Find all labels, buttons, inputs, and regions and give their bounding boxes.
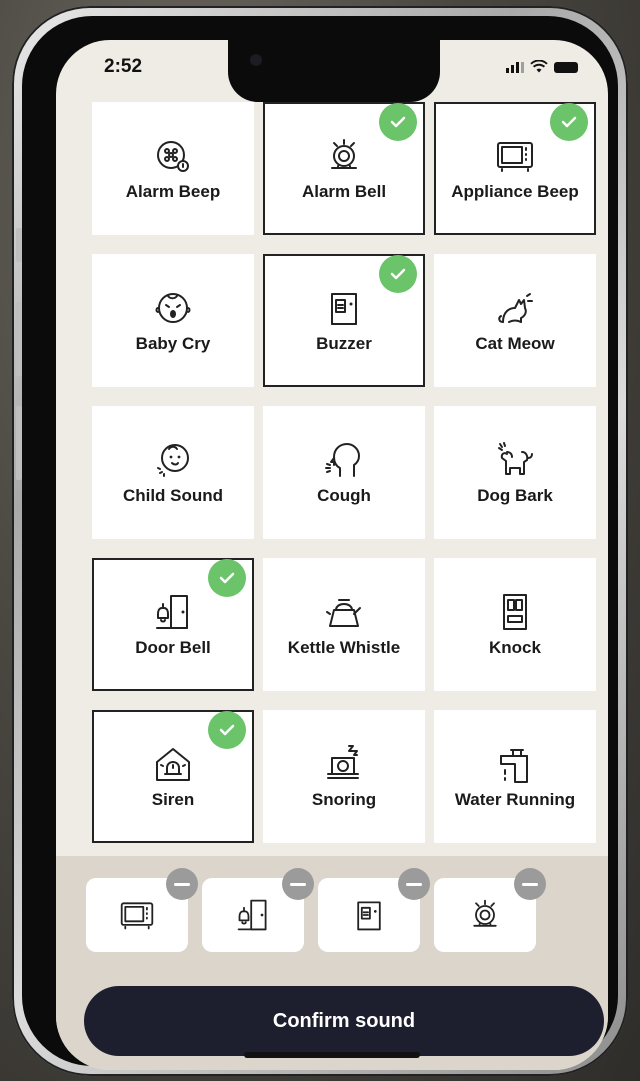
cough-icon bbox=[325, 442, 360, 477]
check-icon bbox=[208, 559, 246, 597]
remove-icon[interactable] bbox=[282, 868, 314, 900]
selected-sound-chip[interactable] bbox=[86, 868, 198, 952]
alarm-bell-icon bbox=[331, 138, 357, 169]
sound-label: Alarm Beep bbox=[125, 181, 221, 201]
sound-label: Door Bell bbox=[135, 637, 211, 657]
battery-icon bbox=[554, 62, 578, 73]
selected-sounds-tray: Confirm sound bbox=[56, 856, 608, 1070]
check-icon bbox=[379, 103, 417, 141]
wifi-icon bbox=[530, 60, 548, 73]
sound-label: Knock bbox=[489, 637, 541, 657]
sound-tile[interactable]: Cough bbox=[263, 406, 425, 539]
buzzer-icon bbox=[357, 901, 381, 931]
home-indicator[interactable] bbox=[244, 1052, 420, 1058]
remove-icon[interactable] bbox=[514, 868, 546, 900]
sound-tile[interactable]: Water Running bbox=[434, 710, 596, 843]
sound-tile[interactable]: Kettle Whistle bbox=[263, 558, 425, 691]
knock-door-icon bbox=[503, 593, 527, 630]
remove-icon[interactable] bbox=[166, 868, 198, 900]
selected-sound-chip[interactable] bbox=[318, 868, 430, 952]
notch bbox=[228, 40, 440, 102]
alarm-bell-icon bbox=[473, 899, 497, 927]
confirm-sound-button[interactable]: Confirm sound bbox=[84, 986, 604, 1056]
selected-sound-chip[interactable] bbox=[202, 868, 314, 952]
child-icon bbox=[157, 443, 189, 477]
sound-tile[interactable]: Alarm Beep bbox=[92, 102, 254, 235]
faucet-icon bbox=[500, 748, 528, 783]
sound-label: Alarm Bell bbox=[301, 181, 387, 201]
kettle-icon bbox=[326, 598, 361, 627]
sound-label: Dog Bark bbox=[477, 485, 553, 505]
app-screen: 2:52 Alarm Beep Alarm Bell Appliance Beep B… bbox=[56, 40, 608, 1070]
sound-label: Buzzer bbox=[316, 333, 372, 353]
sound-grid: Alarm Beep Alarm Bell Appliance Beep Baby C… bbox=[92, 102, 596, 843]
sound-tile[interactable]: Knock bbox=[434, 558, 596, 691]
sound-label: Snoring bbox=[311, 789, 377, 809]
door-bell-icon bbox=[156, 594, 188, 629]
status-icons bbox=[506, 60, 578, 73]
siren-icon bbox=[156, 747, 190, 781]
phone-frame: 2:52 Alarm Beep Alarm Bell Appliance Beep B… bbox=[12, 6, 628, 1076]
baby-cry-icon bbox=[155, 292, 191, 323]
sound-tile[interactable]: Cat Meow bbox=[434, 254, 596, 387]
sound-tile[interactable]: Child Sound bbox=[92, 406, 254, 539]
microwave-icon bbox=[120, 902, 154, 930]
remove-icon[interactable] bbox=[398, 868, 430, 900]
sound-tile[interactable]: Siren bbox=[92, 710, 254, 843]
cat-icon bbox=[498, 292, 533, 323]
sound-label: Water Running bbox=[454, 789, 576, 809]
sound-tile[interactable]: Appliance Beep bbox=[434, 102, 596, 235]
sound-tile[interactable]: Door Bell bbox=[92, 558, 254, 691]
selected-sound-chip[interactable] bbox=[434, 868, 546, 952]
status-time: 2:52 bbox=[104, 56, 143, 77]
check-icon bbox=[208, 711, 246, 749]
sound-label: Cat Meow bbox=[475, 333, 555, 353]
sound-label: Appliance Beep bbox=[451, 181, 579, 201]
snoring-icon bbox=[327, 744, 359, 779]
sound-tile[interactable]: Snoring bbox=[263, 710, 425, 843]
sound-tile[interactable]: Buzzer bbox=[263, 254, 425, 387]
buzzer-icon bbox=[331, 292, 357, 325]
sound-tile[interactable]: Dog Bark bbox=[434, 406, 596, 539]
signal-icon bbox=[506, 62, 524, 73]
selected-chips bbox=[86, 868, 546, 952]
alarm-beep-icon bbox=[157, 140, 189, 172]
check-icon bbox=[379, 255, 417, 293]
sound-tile[interactable]: Baby Cry bbox=[92, 254, 254, 387]
sound-label: Kettle Whistle bbox=[287, 637, 401, 657]
sound-label: Siren bbox=[151, 789, 195, 809]
sound-label: Baby Cry bbox=[135, 333, 211, 353]
sound-label: Cough bbox=[317, 485, 371, 505]
front-camera bbox=[250, 54, 262, 66]
microwave-icon bbox=[497, 141, 533, 172]
dog-icon bbox=[498, 441, 533, 475]
sound-tile[interactable]: Alarm Bell bbox=[263, 102, 425, 235]
sound-label: Child Sound bbox=[122, 485, 224, 505]
door-bell-icon bbox=[237, 899, 267, 931]
check-icon bbox=[550, 103, 588, 141]
